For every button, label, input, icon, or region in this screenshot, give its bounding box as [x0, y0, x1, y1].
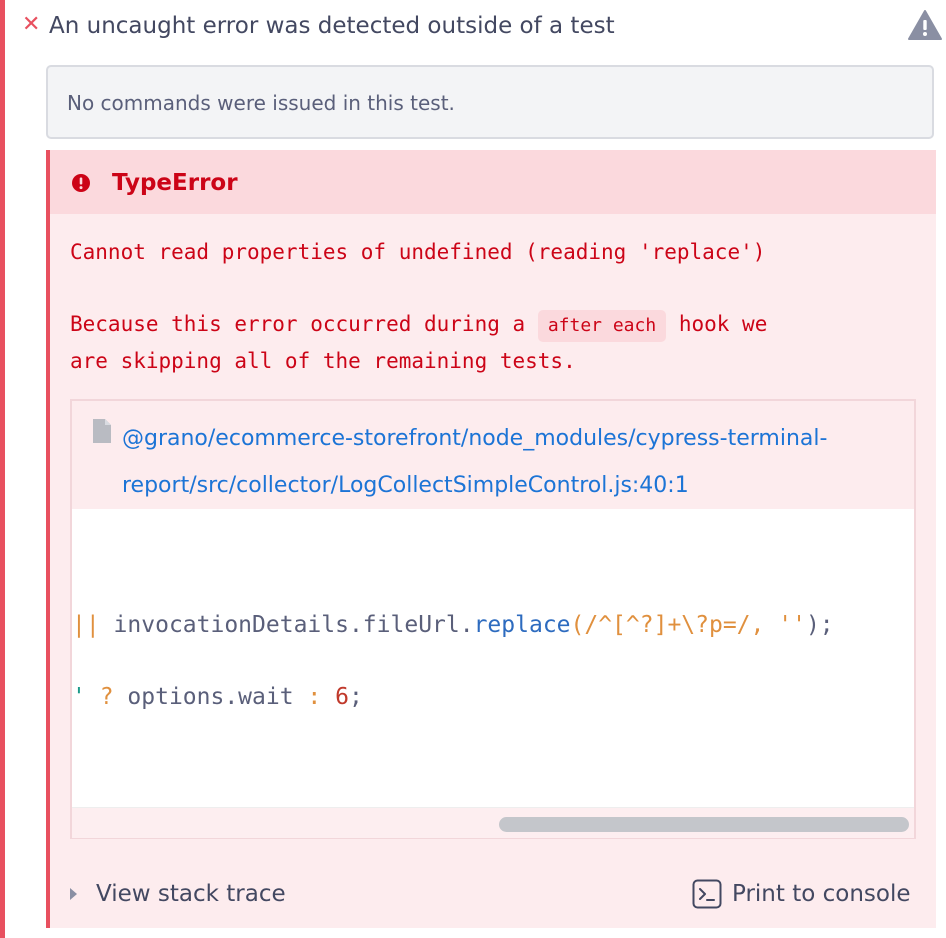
- error-footer: View stack trace Print to console: [50, 862, 936, 928]
- code-line-2: ' ? options.wait : 6;: [72, 679, 363, 715]
- test-header[interactable]: ✕ An uncaught error was detected outside…: [5, 0, 946, 52]
- file-icon: [93, 419, 111, 443]
- file-path-line-2: report/src/collector/LogCollectSimpleCon…: [122, 473, 689, 498]
- print-to-console-button[interactable]: Print to console: [692, 876, 928, 912]
- caret-right-icon: [70, 888, 77, 900]
- code-snippet: || invocationDetails.fileUrl.replace(/^[…: [72, 509, 914, 807]
- code-token-number: 6: [321, 684, 349, 710]
- code-token-op: ||: [72, 612, 100, 638]
- terminal-icon: [692, 879, 722, 909]
- error-message-line-1: Cannot read properties of undefined (rea…: [70, 240, 766, 264]
- error-message-suffix: hook we: [678, 312, 768, 336]
- error-message-prefix: Because this error occurred during a: [70, 312, 526, 336]
- error-message-line-3: are skipping all of the remaining tests.: [70, 349, 576, 373]
- code-token-function: replace: [473, 612, 571, 638]
- no-commands-message: No commands were issued in this test.: [67, 91, 455, 115]
- code-token-regex: (/^[^?]+\?p=/,: [570, 612, 765, 638]
- warning-triangle-icon: [908, 10, 942, 40]
- view-stack-trace-button[interactable]: View stack trace: [66, 876, 326, 912]
- code-token-expression: options.wait: [113, 684, 294, 710]
- code-token-quote: ': [72, 684, 86, 710]
- print-to-console-label: Print to console: [732, 881, 911, 907]
- code-line-1: || invocationDetails.fileUrl.replace(/^[…: [72, 607, 834, 643]
- code-token-end-2: ;: [348, 684, 363, 710]
- error-panel-border: [46, 150, 50, 928]
- code-token-object: invocationDetails.fileUrl.: [99, 612, 474, 638]
- hook-name-code: after each: [537, 310, 667, 342]
- view-stack-trace-label: View stack trace: [96, 881, 286, 907]
- code-token-string: '': [764, 612, 806, 638]
- error-message-line-2: Because this error occurred during a aft…: [70, 307, 910, 342]
- test-title: An uncaught error was detected outside o…: [49, 13, 615, 39]
- file-path-link[interactable]: @grano/ecommerce-storefront/node_modules…: [122, 415, 902, 509]
- error-header: TypeError: [50, 150, 936, 214]
- exclamation-circle-icon: [72, 174, 90, 192]
- code-token-ternary: ?: [85, 684, 114, 710]
- x-icon: ✕: [22, 12, 41, 37]
- test-status-bar: [0, 0, 5, 938]
- scrollbar-thumb[interactable]: [499, 817, 909, 832]
- code-frame: @grano/ecommerce-storefront/node_modules…: [70, 399, 916, 839]
- error-name: TypeError: [112, 170, 238, 196]
- code-token-end: );: [805, 612, 834, 638]
- horizontal-scrollbar[interactable]: [72, 807, 914, 838]
- commands-panel: No commands were issued in this test.: [46, 65, 934, 139]
- file-path-line-1: @grano/ecommerce-storefront/node_modules…: [122, 426, 828, 451]
- code-token-colon: :: [293, 684, 322, 710]
- file-path-row[interactable]: @grano/ecommerce-storefront/node_modules…: [92, 415, 902, 511]
